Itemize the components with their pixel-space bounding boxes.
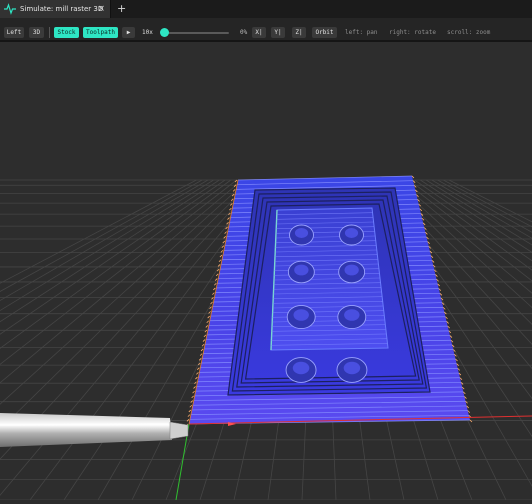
grid-line: [0, 179, 203, 292]
edge-tick: [199, 353, 203, 356]
view-left-button[interactable]: Left: [4, 27, 24, 38]
edge-tick: [189, 404, 193, 408]
edge-tick: [221, 245, 225, 248]
grid-line: [443, 179, 532, 228]
edge-tick: [224, 231, 227, 234]
stud-top: [294, 264, 309, 276]
edge-tick: [219, 254, 223, 258]
stud-top: [344, 309, 360, 321]
edge-tick: [197, 367, 200, 370]
edge-tick: [215, 273, 219, 277]
end-mill-tool: [0, 413, 189, 447]
hint-zoom: scroll: zoom: [447, 29, 491, 36]
edge-tick: [212, 292, 215, 295]
edge-tick: [195, 376, 198, 380]
tool-shank: [0, 413, 172, 447]
edge-tick: [202, 339, 206, 342]
progress-slider-thumb[interactable]: [160, 28, 169, 37]
edge-tick: [229, 207, 232, 211]
edge-tick: [232, 189, 236, 192]
tool-specular-line: [0, 423, 169, 426]
stud-top: [343, 361, 361, 375]
hint-pan: left: pan: [345, 29, 378, 36]
stud-top: [294, 228, 309, 238]
hint-rotate: right: rotate: [389, 29, 436, 36]
edge-tick: [193, 386, 196, 389]
grid-line: [0, 179, 226, 335]
view-3d-button[interactable]: 3D: [29, 27, 44, 38]
edge-tick: [208, 311, 211, 314]
edge-tick: [206, 320, 210, 324]
play-button[interactable]: ▶: [122, 27, 135, 38]
tab-title: Simulate: mill raster 3D: [20, 5, 104, 13]
stud-top: [344, 228, 359, 238]
grid-line: [448, 179, 532, 223]
edge-tick: [187, 414, 191, 417]
tool-tip: [169, 421, 189, 440]
stud-top: [292, 361, 310, 375]
edge-tick: [209, 306, 212, 309]
3d-viewport[interactable]: [0, 42, 532, 501]
axis-x-button[interactable]: X|: [252, 27, 266, 38]
grid-line: [0, 179, 237, 365]
edge-tick: [205, 325, 209, 328]
toolpath-toggle-button[interactable]: Toolpath: [83, 27, 118, 38]
edge-tick: [220, 250, 224, 253]
play-icon: ▶: [126, 29, 131, 36]
progress-slider-track[interactable]: [165, 32, 229, 34]
edge-tick: [223, 236, 226, 239]
progress-label: 0%: [240, 29, 248, 36]
stock-toggle-button[interactable]: Stock: [54, 27, 79, 38]
edge-tick: [227, 217, 230, 220]
edge-tick: [213, 287, 216, 291]
edge-tick: [203, 334, 207, 338]
grid-line: [0, 179, 197, 284]
stud-top: [293, 309, 309, 321]
scene-canvas[interactable]: [0, 42, 532, 501]
edge-tick: [191, 395, 194, 399]
edge-tick: [196, 372, 199, 375]
toolbar-separator: [49, 27, 50, 38]
orbit-button[interactable]: Orbit: [312, 27, 337, 38]
edge-tick: [218, 259, 222, 263]
axis-y-button[interactable]: Y|: [271, 27, 285, 38]
speed-label[interactable]: 10x: [142, 27, 153, 38]
new-tab-button[interactable]: +: [117, 2, 126, 16]
activity-icon: [4, 3, 16, 15]
axis-z-button[interactable]: Z|: [292, 27, 306, 38]
edge-tick: [188, 409, 192, 413]
edge-tick: [214, 278, 218, 281]
edge-tick: [200, 348, 204, 352]
edge-tick: [201, 343, 205, 347]
edge-tick: [230, 203, 233, 206]
grid-line: [0, 179, 220, 323]
edge-tick: [192, 390, 195, 394]
edge-tick: [207, 315, 210, 319]
grid-line: [0, 179, 214, 312]
tab-bar: Simulate: mill raster 3D × +: [0, 0, 532, 18]
edge-tick: [213, 282, 217, 286]
close-tab-icon[interactable]: ×: [97, 3, 105, 15]
stud-top: [344, 264, 359, 276]
tab-simulate[interactable]: Simulate: mill raster 3D ×: [0, 0, 111, 18]
